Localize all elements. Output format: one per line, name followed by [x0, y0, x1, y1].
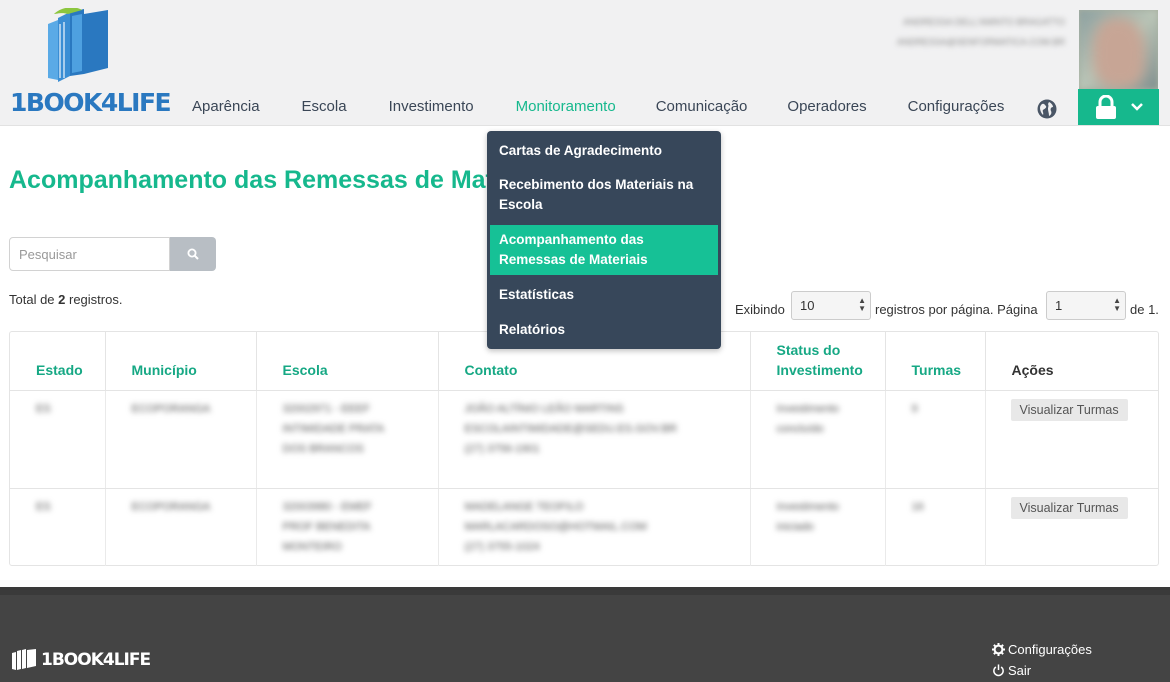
- footer-link-sair[interactable]: Sair: [992, 660, 1092, 681]
- nav-item-investimento[interactable]: Investimento: [389, 98, 474, 115]
- lock-icon: [1095, 95, 1116, 119]
- footer: 1BOOK4LIFE Configurações Sair: [0, 587, 1170, 682]
- spinner-arrows-icon: ▲ ▼: [1113, 296, 1121, 313]
- nav-item-escola[interactable]: Escola: [302, 98, 347, 115]
- visualizar-turmas-button[interactable]: Visualizar Turmas: [1010, 398, 1128, 421]
- nav-item-operadores[interactable]: Operadores: [787, 98, 866, 115]
- showing-label: Exibindo: [735, 302, 785, 317]
- globe-icon[interactable]: [1037, 99, 1057, 119]
- chevron-down-icon: [1130, 103, 1143, 111]
- main-nav: Aparência Escola Investimento Monitorame…: [192, 98, 1004, 115]
- avatar[interactable]: [1079, 10, 1158, 89]
- page-select[interactable]: 1 ▲ ▼: [1046, 291, 1126, 320]
- footer-logo[interactable]: 1BOOK4LIFE: [12, 649, 151, 671]
- nav-item-aparencia[interactable]: Aparência: [192, 98, 260, 115]
- footer-logo-text: 1BOOK4LIFE: [41, 650, 151, 670]
- total-records: Total de 2 registros.: [9, 292, 123, 307]
- menu-item-recebimento[interactable]: Recebimento dos Materiais na Escola: [487, 171, 721, 219]
- table-row: ES ECOPORANGA 32003980 - EMEF PROF BENED…: [10, 488, 1158, 566]
- visualizar-turmas-button[interactable]: Visualizar Turmas: [1010, 496, 1128, 519]
- brand-logo[interactable]: 1BOOK4LIFE: [10, 8, 172, 118]
- nav-item-comunicacao[interactable]: Comunicação: [656, 98, 748, 115]
- search-input[interactable]: Pesquisar: [9, 237, 170, 271]
- per-page-label: registros por página. Página: [875, 302, 1038, 317]
- footer-links: Configurações Sair: [992, 639, 1092, 681]
- nav-item-monitoramento[interactable]: Monitoramento: [516, 98, 616, 115]
- menu-item-cartas[interactable]: Cartas de Agradecimento: [487, 137, 721, 165]
- search-button[interactable]: [170, 237, 216, 271]
- col-municipio[interactable]: Município: [105, 332, 257, 391]
- user-email: ANDRESSA@SENFORMATICA.COM.BR: [897, 37, 1065, 47]
- col-status[interactable]: Status do Investimento: [750, 332, 886, 391]
- col-estado[interactable]: Estado: [10, 332, 106, 391]
- page-title: Acompanhamento das Remessas de Materiais: [9, 166, 560, 194]
- books-logo-icon: [48, 8, 108, 82]
- header: 1BOOK4LIFE ANDRESSA DELL'AMINTO BRAGATTO…: [0, 0, 1170, 126]
- monitoramento-dropdown: Cartas de Agradecimento Recebimento dos …: [487, 131, 721, 349]
- menu-item-relatorios[interactable]: Relatórios: [487, 316, 721, 344]
- nav-item-configuracoes[interactable]: Configurações: [908, 98, 1005, 115]
- remessas-table: Estado Município Escola Contato Status d…: [9, 331, 1159, 566]
- menu-item-acompanhamento[interactable]: Acompanhamento das Remessas de Materiais: [490, 225, 718, 275]
- user-info: ANDRESSA DELL'AMINTO BRAGATTO ANDRESSA@S…: [897, 12, 1065, 52]
- per-page-select[interactable]: 10 ▲ ▼: [791, 291, 871, 320]
- col-turmas[interactable]: Turmas: [885, 332, 986, 391]
- menu-item-estatisticas[interactable]: Estatísticas: [487, 281, 721, 309]
- gear-icon: [992, 643, 1005, 656]
- user-name: ANDRESSA DELL'AMINTO BRAGATTO: [903, 17, 1065, 27]
- table-row: ES ECOPORANGA 32002971 - EEEF INTIMIDADE…: [10, 390, 1158, 489]
- power-icon: [993, 664, 1004, 677]
- spinner-arrows-icon: ▲ ▼: [858, 296, 866, 313]
- search-icon: [187, 248, 199, 260]
- col-acoes: Ações: [985, 332, 1158, 391]
- account-menu-button[interactable]: [1078, 89, 1159, 125]
- footer-link-configuracoes[interactable]: Configurações: [992, 639, 1092, 660]
- logo-text: 1BOOK4LIFE: [10, 88, 172, 117]
- page-of-label: de 1.: [1130, 302, 1159, 317]
- col-escola[interactable]: Escola: [256, 332, 439, 391]
- books-logo-icon: [12, 649, 36, 670]
